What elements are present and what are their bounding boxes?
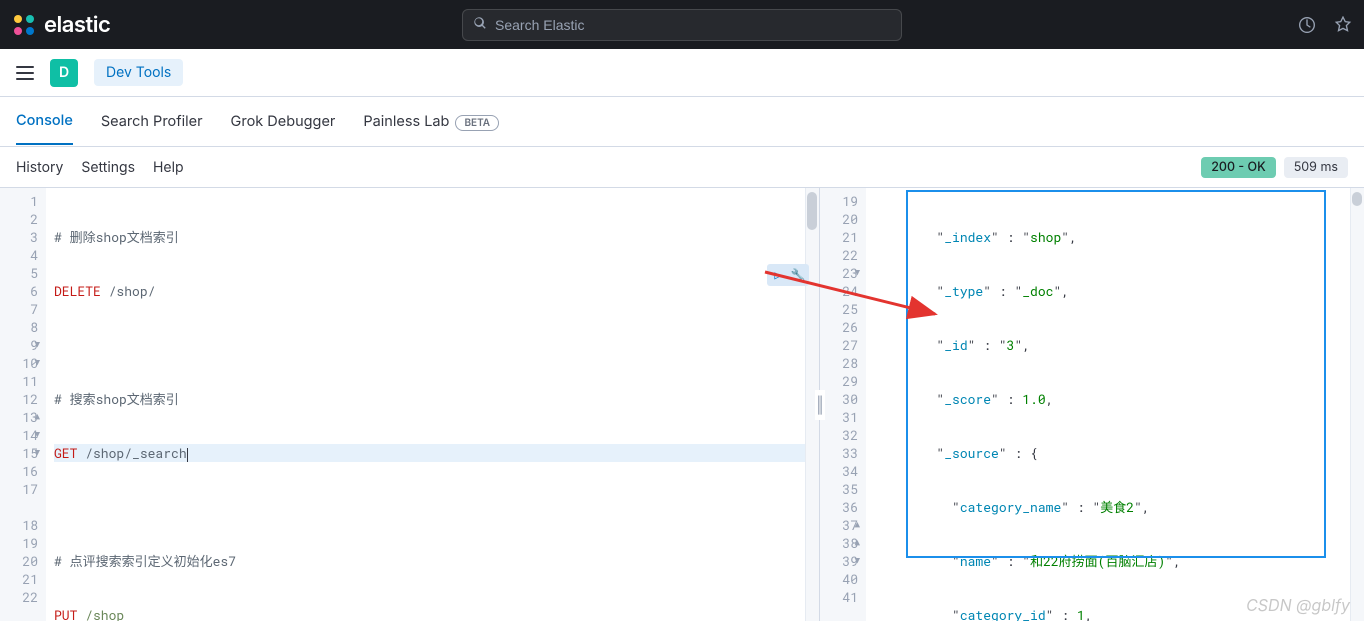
beta-badge: BETA (455, 115, 499, 131)
play-icon[interactable]: ▷ (769, 266, 787, 284)
pane-splitter[interactable]: ‖ (815, 390, 825, 420)
newsfeed-icon[interactable] (1298, 16, 1316, 34)
search-input[interactable] (495, 17, 891, 33)
run-request-buttons: ▷ 🔧 (767, 264, 809, 286)
response-viewer[interactable]: 19 20 21 22 23▼ 24 25 26 27 28 29 30 31 … (820, 188, 1364, 621)
tab-painless-lab[interactable]: Painless LabBETA (363, 99, 499, 144)
editor-code[interactable]: # 删除shop文档索引 DELETE /shop/ # 搜索shop文档索引 … (46, 188, 819, 621)
elastic-logo[interactable]: elastic (12, 12, 110, 38)
brand-text: elastic (44, 12, 110, 38)
console-workspace: 1 2 3 4 5 6 7 8 9▼ 10▼ 11 12 13▲ 14▼ 15▼… (0, 187, 1364, 621)
space-badge[interactable]: D (50, 59, 78, 87)
top-header: elastic (0, 0, 1364, 49)
elastic-logo-icon (12, 13, 36, 37)
console-toolbar: History Settings Help 200 - OK 509 ms (0, 147, 1364, 187)
help-link[interactable]: Help (153, 159, 184, 176)
menu-toggle-icon[interactable] (16, 66, 34, 80)
response-scrollbar[interactable] (1350, 188, 1364, 621)
editor-gutter: 1 2 3 4 5 6 7 8 9▼ 10▼ 11 12 13▲ 14▼ 15▼… (0, 188, 46, 621)
breadcrumb-devtools[interactable]: Dev Tools (94, 59, 183, 86)
timing-badge: 509 ms (1284, 157, 1348, 178)
status-badge: 200 - OK (1201, 157, 1275, 178)
help-icon[interactable] (1334, 16, 1352, 34)
tab-search-profiler[interactable]: Search Profiler (101, 99, 203, 144)
wrench-icon[interactable]: 🔧 (789, 266, 807, 284)
response-gutter: 19 20 21 22 23▼ 24 25 26 27 28 29 30 31 … (820, 188, 866, 621)
sub-header: D Dev Tools (0, 49, 1364, 97)
response-code: "_index" : "shop", "_type" : "_doc", "_i… (866, 188, 1364, 621)
global-search[interactable] (462, 9, 902, 41)
history-link[interactable]: History (16, 159, 63, 176)
tab-console[interactable]: Console (16, 98, 73, 145)
tab-grok-debugger[interactable]: Grok Debugger (231, 99, 336, 144)
devtools-tabs: Console Search Profiler Grok Debugger Pa… (0, 97, 1364, 147)
settings-link[interactable]: Settings (81, 159, 135, 176)
request-editor[interactable]: 1 2 3 4 5 6 7 8 9▼ 10▼ 11 12 13▲ 14▼ 15▼… (0, 188, 820, 621)
search-icon (473, 16, 487, 34)
